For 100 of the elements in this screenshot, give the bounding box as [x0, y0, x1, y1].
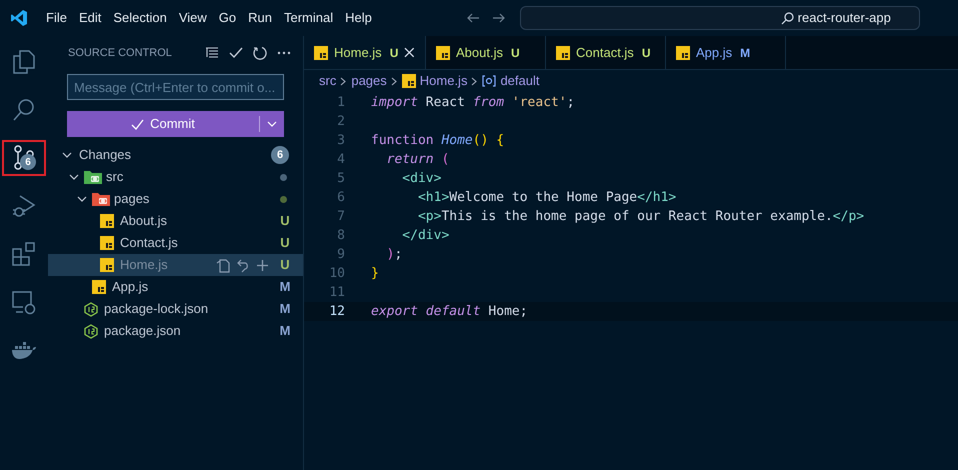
breadcrumb-item[interactable]: default: [500, 71, 540, 91]
file-name: App.js: [112, 278, 150, 296]
plus-icon[interactable]: [256, 258, 269, 272]
folder-name: pages: [114, 190, 150, 208]
monitor-icon[interactable]: [11, 289, 37, 315]
line-number: 12: [328, 302, 345, 321]
command-search-field[interactable]: react-router-app: [520, 6, 920, 30]
editor-tab[interactable]: Home.js U: [304, 36, 426, 69]
line-number: 8: [336, 226, 345, 245]
js-file-icon: [436, 46, 450, 60]
file-row[interactable]: package.json M: [48, 320, 303, 342]
source-control-icon[interactable]: [12, 145, 36, 171]
refresh-icon[interactable]: [253, 46, 267, 60]
files-icon[interactable]: [11, 49, 37, 75]
js-file-icon: [402, 74, 416, 88]
git-status: U: [642, 44, 650, 62]
breadcrumb-item[interactable]: pages: [351, 71, 387, 91]
panel-title: SOURCE CONTROL: [68, 46, 173, 61]
menu-item[interactable]: Go: [212, 8, 242, 28]
line-number: 4: [336, 150, 345, 169]
editor-tab[interactable]: App.js M: [666, 36, 786, 69]
app-logo-icon: [10, 9, 28, 27]
discard-icon[interactable]: [237, 258, 250, 272]
line-number: 7: [336, 208, 345, 226]
code-line: function Home() {: [371, 132, 504, 150]
folder-name: src: [106, 168, 124, 186]
menu-item[interactable]: Terminal: [278, 8, 340, 28]
file-name: package.json: [104, 322, 182, 340]
folder-row[interactable]: pages: [48, 188, 303, 210]
js-file-icon: [314, 46, 328, 60]
file-row[interactable]: Home.js U: [48, 254, 303, 276]
line-number: 10: [328, 264, 345, 283]
line-number: 11: [328, 284, 345, 302]
git-status: U: [279, 212, 291, 230]
editor-tab[interactable]: Contact.js U: [546, 36, 666, 69]
git-status: M: [279, 300, 291, 318]
js-file-icon: [100, 258, 114, 272]
node-file-icon: [84, 324, 98, 338]
code-line: import React from 'react';: [371, 94, 575, 112]
file-row[interactable]: Contact.js U: [48, 232, 303, 254]
file-row[interactable]: package-lock.json M: [48, 298, 303, 320]
line-number: 5: [336, 170, 345, 188]
menu-item[interactable]: Selection: [107, 8, 173, 28]
run-debug-icon[interactable]: [11, 193, 37, 219]
count-badge: 6: [271, 146, 289, 164]
code-line: </div>: [401, 226, 450, 245]
breadcrumb-item[interactable]: src: [319, 71, 336, 91]
line-number: 2: [336, 112, 345, 131]
js-file-icon: [100, 236, 114, 250]
node-file-icon: [84, 302, 98, 316]
line-number: 6: [336, 188, 345, 207]
check-icon: [131, 118, 144, 130]
check-icon[interactable]: [229, 46, 243, 60]
file-name: package-lock.json: [104, 300, 210, 318]
folder-row[interactable]: src: [48, 166, 303, 188]
tree-view-icon[interactable]: [205, 46, 219, 60]
code-line: return (: [386, 150, 450, 169]
count-badge: 6: [20, 154, 36, 170]
activity-item[interactable]: 6: [2, 140, 46, 176]
js-file-icon: [556, 46, 570, 60]
changes-header[interactable]: Changes 6: [48, 144, 303, 166]
code-line: }: [371, 264, 379, 283]
file-name: About.js: [120, 212, 168, 230]
chevron-icon: [340, 76, 348, 86]
folder-icon: [92, 192, 110, 206]
git-status: U: [510, 44, 520, 62]
more-icon[interactable]: [277, 51, 291, 55]
open-file-icon[interactable]: [216, 258, 231, 272]
tab-label: Home.js: [334, 44, 382, 62]
menu-item[interactable]: View: [172, 8, 213, 28]
menu-item[interactable]: Edit: [72, 8, 108, 28]
close-icon[interactable]: [404, 47, 415, 58]
tab-label: Contact.js: [576, 44, 634, 62]
file-name: Home.js: [120, 256, 169, 274]
menu-item[interactable]: File: [40, 8, 73, 28]
js-file-icon: [676, 46, 690, 60]
git-status: U: [279, 256, 291, 274]
whale-icon[interactable]: [11, 340, 37, 360]
git-status: U: [279, 234, 291, 252]
file-row[interactable]: App.js M: [48, 276, 303, 298]
git-status: M: [740, 44, 750, 62]
symbol-icon: [482, 75, 496, 87]
back-arrow-icon[interactable]: [466, 11, 480, 25]
forward-arrow-icon[interactable]: [492, 11, 506, 25]
code-line: <div>: [401, 170, 442, 188]
js-file-icon: [92, 280, 106, 294]
extensions-icon[interactable]: [11, 241, 37, 267]
code-line: <p>This is the home page of our React Router example.</p>: [416, 208, 864, 226]
git-status: M: [279, 322, 291, 340]
line-number: 3: [336, 132, 345, 150]
menu-item[interactable]: Run: [242, 8, 278, 28]
git-status: M: [279, 278, 291, 296]
code-line: );: [386, 246, 402, 264]
file-name: Contact.js: [120, 234, 179, 252]
file-row[interactable]: About.js U: [48, 210, 303, 232]
breadcrumb-item[interactable]: Home.js: [420, 71, 468, 91]
menu-item[interactable]: Help: [339, 8, 378, 28]
commit-message-field[interactable]: Message (Ctrl+Enter to commit o...: [67, 74, 284, 100]
chevron-icon: [390, 76, 398, 86]
editor-tab[interactable]: About.js U: [426, 36, 546, 69]
